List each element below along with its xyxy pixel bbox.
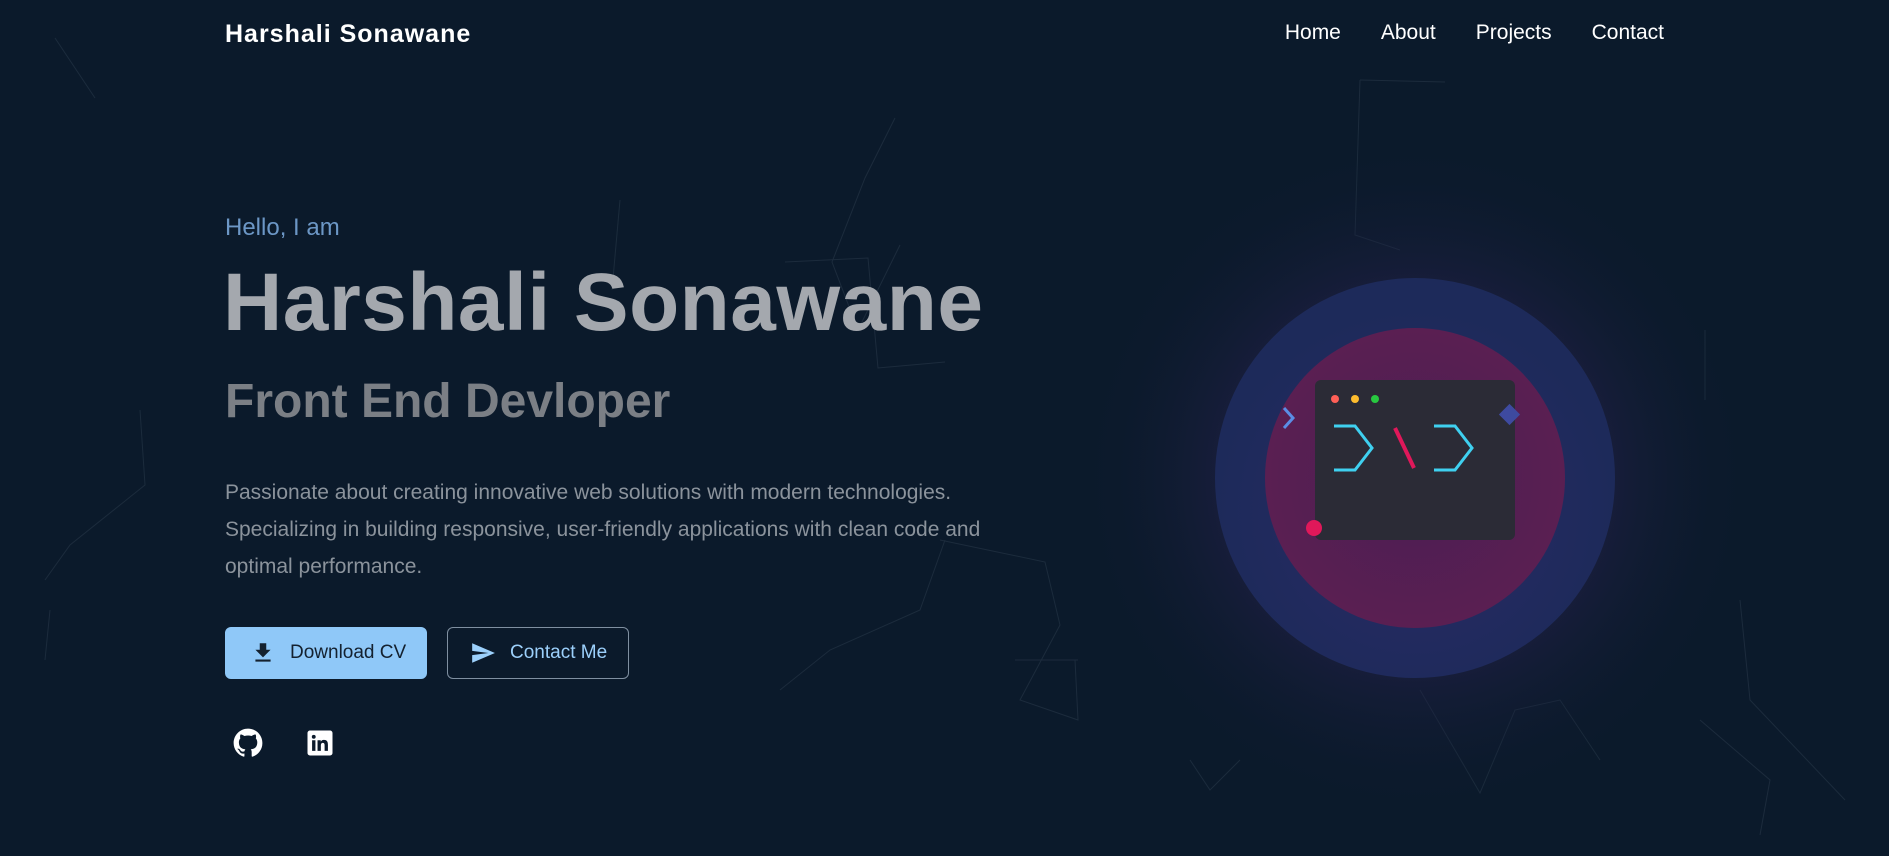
window-dot-yellow	[1351, 395, 1359, 403]
send-icon	[470, 640, 496, 666]
brand-logo[interactable]: Harshali Sonawane	[225, 20, 471, 49]
nav-link-contact[interactable]: Contact	[1592, 21, 1664, 45]
download-icon	[250, 640, 276, 666]
social-links	[233, 728, 335, 758]
code-window	[1315, 380, 1515, 540]
github-icon[interactable]	[233, 728, 263, 758]
contact-me-button[interactable]: Contact Me	[447, 627, 629, 679]
nav-links: Home About Projects Contact	[1285, 21, 1664, 45]
hero-illustration	[1080, 138, 1755, 818]
nav-link-projects[interactable]: Projects	[1476, 21, 1552, 45]
window-dot-red	[1331, 395, 1339, 403]
hero-name: Harshali Sonawane	[223, 257, 984, 348]
page: Harshali Sonawane Home About Projects Co…	[0, 0, 1889, 856]
download-cv-label: Download CV	[290, 642, 407, 663]
hero-role: Front End Devloper	[225, 375, 671, 428]
linkedin-icon[interactable]	[305, 728, 335, 758]
nav-link-home[interactable]: Home	[1285, 21, 1341, 45]
hero-greeting: Hello, I am	[225, 214, 340, 241]
hero-description: Passionate about creating innovative web…	[225, 481, 981, 578]
contact-me-label: Contact Me	[510, 642, 608, 663]
nav-link-about[interactable]: About	[1381, 21, 1436, 45]
window-dot-green	[1371, 395, 1379, 403]
navbar: Harshali Sonawane Home About Projects Co…	[0, 0, 1889, 68]
hero-buttons: Download CV Contact Me	[225, 627, 629, 679]
pink-dot-decoration	[1306, 520, 1322, 536]
download-cv-button[interactable]: Download CV	[225, 627, 427, 679]
